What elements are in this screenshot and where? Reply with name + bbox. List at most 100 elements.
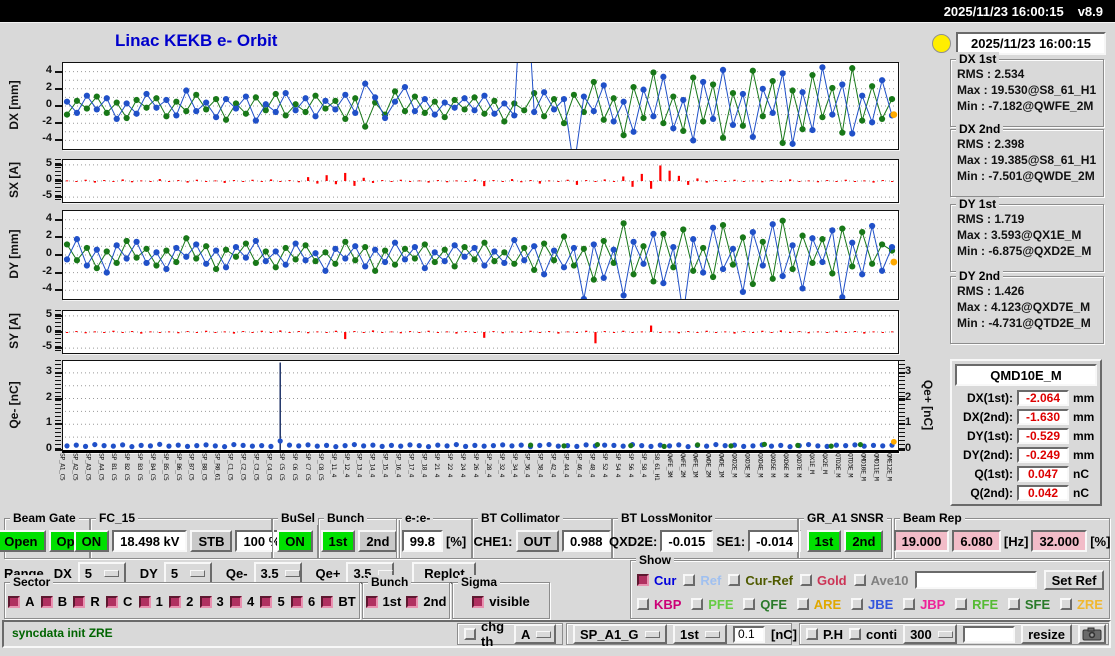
checkbox-icon[interactable] xyxy=(260,595,273,608)
checkbox-icon[interactable] xyxy=(806,628,818,640)
sector-option-3[interactable]: 3 xyxy=(199,594,224,609)
show-option-cur-ref[interactable]: Cur-Ref xyxy=(728,573,793,588)
show-region-pfe[interactable]: PFE xyxy=(691,597,734,612)
checkbox-icon[interactable] xyxy=(637,574,649,586)
monitor-row: Q(1st): 0.047 nC xyxy=(952,464,1100,483)
checkbox-icon[interactable] xyxy=(40,595,53,608)
checkbox-icon[interactable] xyxy=(743,598,756,610)
sector-option-6[interactable]: 6 xyxy=(290,594,315,609)
checkbox-icon[interactable] xyxy=(138,595,151,608)
bpm-label: QMD11E_M xyxy=(873,453,880,481)
sector-option-bt[interactable]: BT xyxy=(321,594,356,609)
checkbox-icon[interactable] xyxy=(464,628,476,640)
show-region-label: QFE xyxy=(760,596,788,612)
out-button[interactable]: OUT xyxy=(515,530,559,552)
checkbox-icon[interactable] xyxy=(365,595,378,608)
extra-input[interactable] xyxy=(963,625,1016,643)
sector-option-b[interactable]: B xyxy=(40,594,67,609)
show-region-sfe[interactable]: SFE xyxy=(1007,597,1050,612)
checkbox-icon[interactable] xyxy=(472,595,485,608)
dropdown-value: 300 xyxy=(910,626,932,642)
checkbox-icon[interactable] xyxy=(683,574,696,586)
bpm-label: SP_32_4 xyxy=(498,453,505,477)
threshold-input[interactable]: 0.1 xyxy=(733,625,765,643)
monitor-row-value: 0.042 xyxy=(1017,484,1069,501)
sector-option-a[interactable]: A xyxy=(8,594,35,609)
screenshot-button[interactable] xyxy=(1077,624,1106,644)
checkbox-icon[interactable] xyxy=(105,595,118,608)
show-region-kbp[interactable]: KBP xyxy=(637,597,681,612)
1st-button[interactable]: 1st xyxy=(806,530,842,552)
stb-button[interactable]: STB xyxy=(190,530,233,552)
checkbox-icon[interactable] xyxy=(406,595,419,608)
show-option-ref[interactable]: Ref xyxy=(683,573,721,588)
bpm-label: SP_58_4 xyxy=(640,453,647,477)
ph-checkbox[interactable]: P.H xyxy=(806,627,843,642)
show-region-are[interactable]: ARE xyxy=(796,597,841,612)
checkbox-icon[interactable] xyxy=(903,598,916,610)
checkbox-icon[interactable] xyxy=(199,595,212,608)
sector-option-2[interactable]: 2 xyxy=(169,594,193,609)
checkbox-icon[interactable] xyxy=(849,628,861,640)
range-dropdown-qe-[interactable]: 3.5 xyxy=(253,562,302,584)
checkbox-icon[interactable] xyxy=(1007,598,1020,610)
chg-th-dropdown[interactable]: A xyxy=(514,624,556,644)
bpm-label: SP_C6_C5 xyxy=(291,453,299,481)
checkbox-icon[interactable] xyxy=(230,595,243,608)
show-region-zre[interactable]: ZRE xyxy=(1059,597,1103,612)
checkbox-icon[interactable] xyxy=(169,595,182,608)
sector-option-label: R xyxy=(90,594,100,609)
bunch-option-1st[interactable]: 1st xyxy=(365,594,401,609)
show-region-qfe[interactable]: QFE xyxy=(743,597,787,612)
bpm-label: SP_B8_C5 xyxy=(201,453,208,481)
bpm-label: SP_C4_C5 xyxy=(265,453,273,481)
dropdown-indicator-icon xyxy=(645,630,660,638)
show-option-cur[interactable]: Cur xyxy=(637,573,676,588)
on-button[interactable]: ON xyxy=(73,530,110,552)
device-dropdown[interactable]: SP_A1_G xyxy=(573,624,667,644)
checkbox-icon[interactable] xyxy=(637,598,649,610)
sigma-option-visible[interactable]: visible xyxy=(472,594,530,609)
sector-option-5[interactable]: 5 xyxy=(260,594,285,609)
ref-name-input[interactable] xyxy=(915,571,1037,589)
checkbox-icon[interactable] xyxy=(73,595,86,608)
checkbox-icon[interactable] xyxy=(800,574,813,586)
show-region-jbe[interactable]: JBE xyxy=(851,597,893,612)
checkbox-icon[interactable] xyxy=(290,595,303,608)
checkbox-icon[interactable] xyxy=(321,595,334,608)
bunch-dropdown[interactable]: 1st xyxy=(673,624,727,644)
checkbox-icon[interactable] xyxy=(853,574,866,586)
sector-option-r[interactable]: R xyxy=(73,594,100,609)
sector-option-4[interactable]: 4 xyxy=(230,594,254,609)
show-region-rfe[interactable]: RFE xyxy=(955,597,998,612)
checkbox-icon[interactable] xyxy=(851,598,863,610)
open-button[interactable]: Open xyxy=(0,530,46,552)
on-button[interactable]: ON xyxy=(277,530,313,552)
2nd-button[interactable]: 2nd xyxy=(358,530,398,552)
points-dropdown[interactable]: 300 xyxy=(903,624,958,644)
bunch-option-2nd[interactable]: 2nd xyxy=(406,594,446,609)
show-option-ave10[interactable]: Ave10 xyxy=(853,573,908,588)
resize-button[interactable]: resize xyxy=(1021,624,1072,644)
checkbox-icon[interactable] xyxy=(691,598,704,610)
show-region-jbp[interactable]: JBP xyxy=(903,597,945,612)
stats-group-title: DY 2nd xyxy=(956,269,1004,283)
sector-option-c[interactable]: C xyxy=(105,594,132,609)
group-title-sigma: Sigma xyxy=(458,575,501,589)
sector-option-1[interactable]: 1 xyxy=(138,594,163,609)
2nd-button[interactable]: 2nd xyxy=(844,530,884,552)
show-option-gold[interactable]: Gold xyxy=(800,573,847,588)
checkbox-icon[interactable] xyxy=(728,574,741,586)
set-ref-button[interactable]: Set Ref xyxy=(1044,570,1104,590)
1st-button[interactable]: 1st xyxy=(320,530,356,552)
checkbox-icon[interactable] xyxy=(1059,598,1072,610)
checkbox-icon[interactable] xyxy=(955,598,968,610)
chg-th-checkbox[interactable]: chg th xyxy=(464,619,508,649)
monitor-row-value: -2.064 xyxy=(1017,389,1069,406)
show-region-label: RFE xyxy=(972,596,999,612)
checkbox-icon[interactable] xyxy=(8,595,21,608)
range-dropdown-dy[interactable]: 5 xyxy=(163,562,212,584)
checkbox-icon[interactable] xyxy=(796,598,809,610)
conti-checkbox[interactable]: conti xyxy=(849,627,897,642)
range-dropdown-dx[interactable]: 5 xyxy=(77,562,126,584)
